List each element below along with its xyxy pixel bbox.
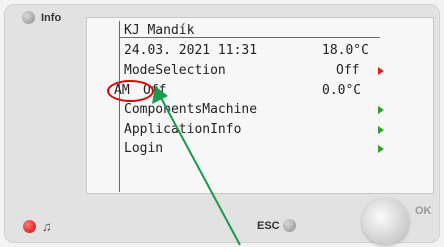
ok-label: OK	[415, 205, 432, 217]
bell-icon: ♫	[42, 219, 52, 234]
esc-button[interactable]: ESC	[257, 219, 296, 232]
esc-label: ESC	[257, 219, 280, 232]
esc-led-icon	[282, 219, 296, 232]
alarm-button[interactable]: ♫	[23, 220, 52, 233]
ok-knob-button[interactable]	[362, 198, 409, 245]
alarm-led-icon	[23, 220, 36, 233]
